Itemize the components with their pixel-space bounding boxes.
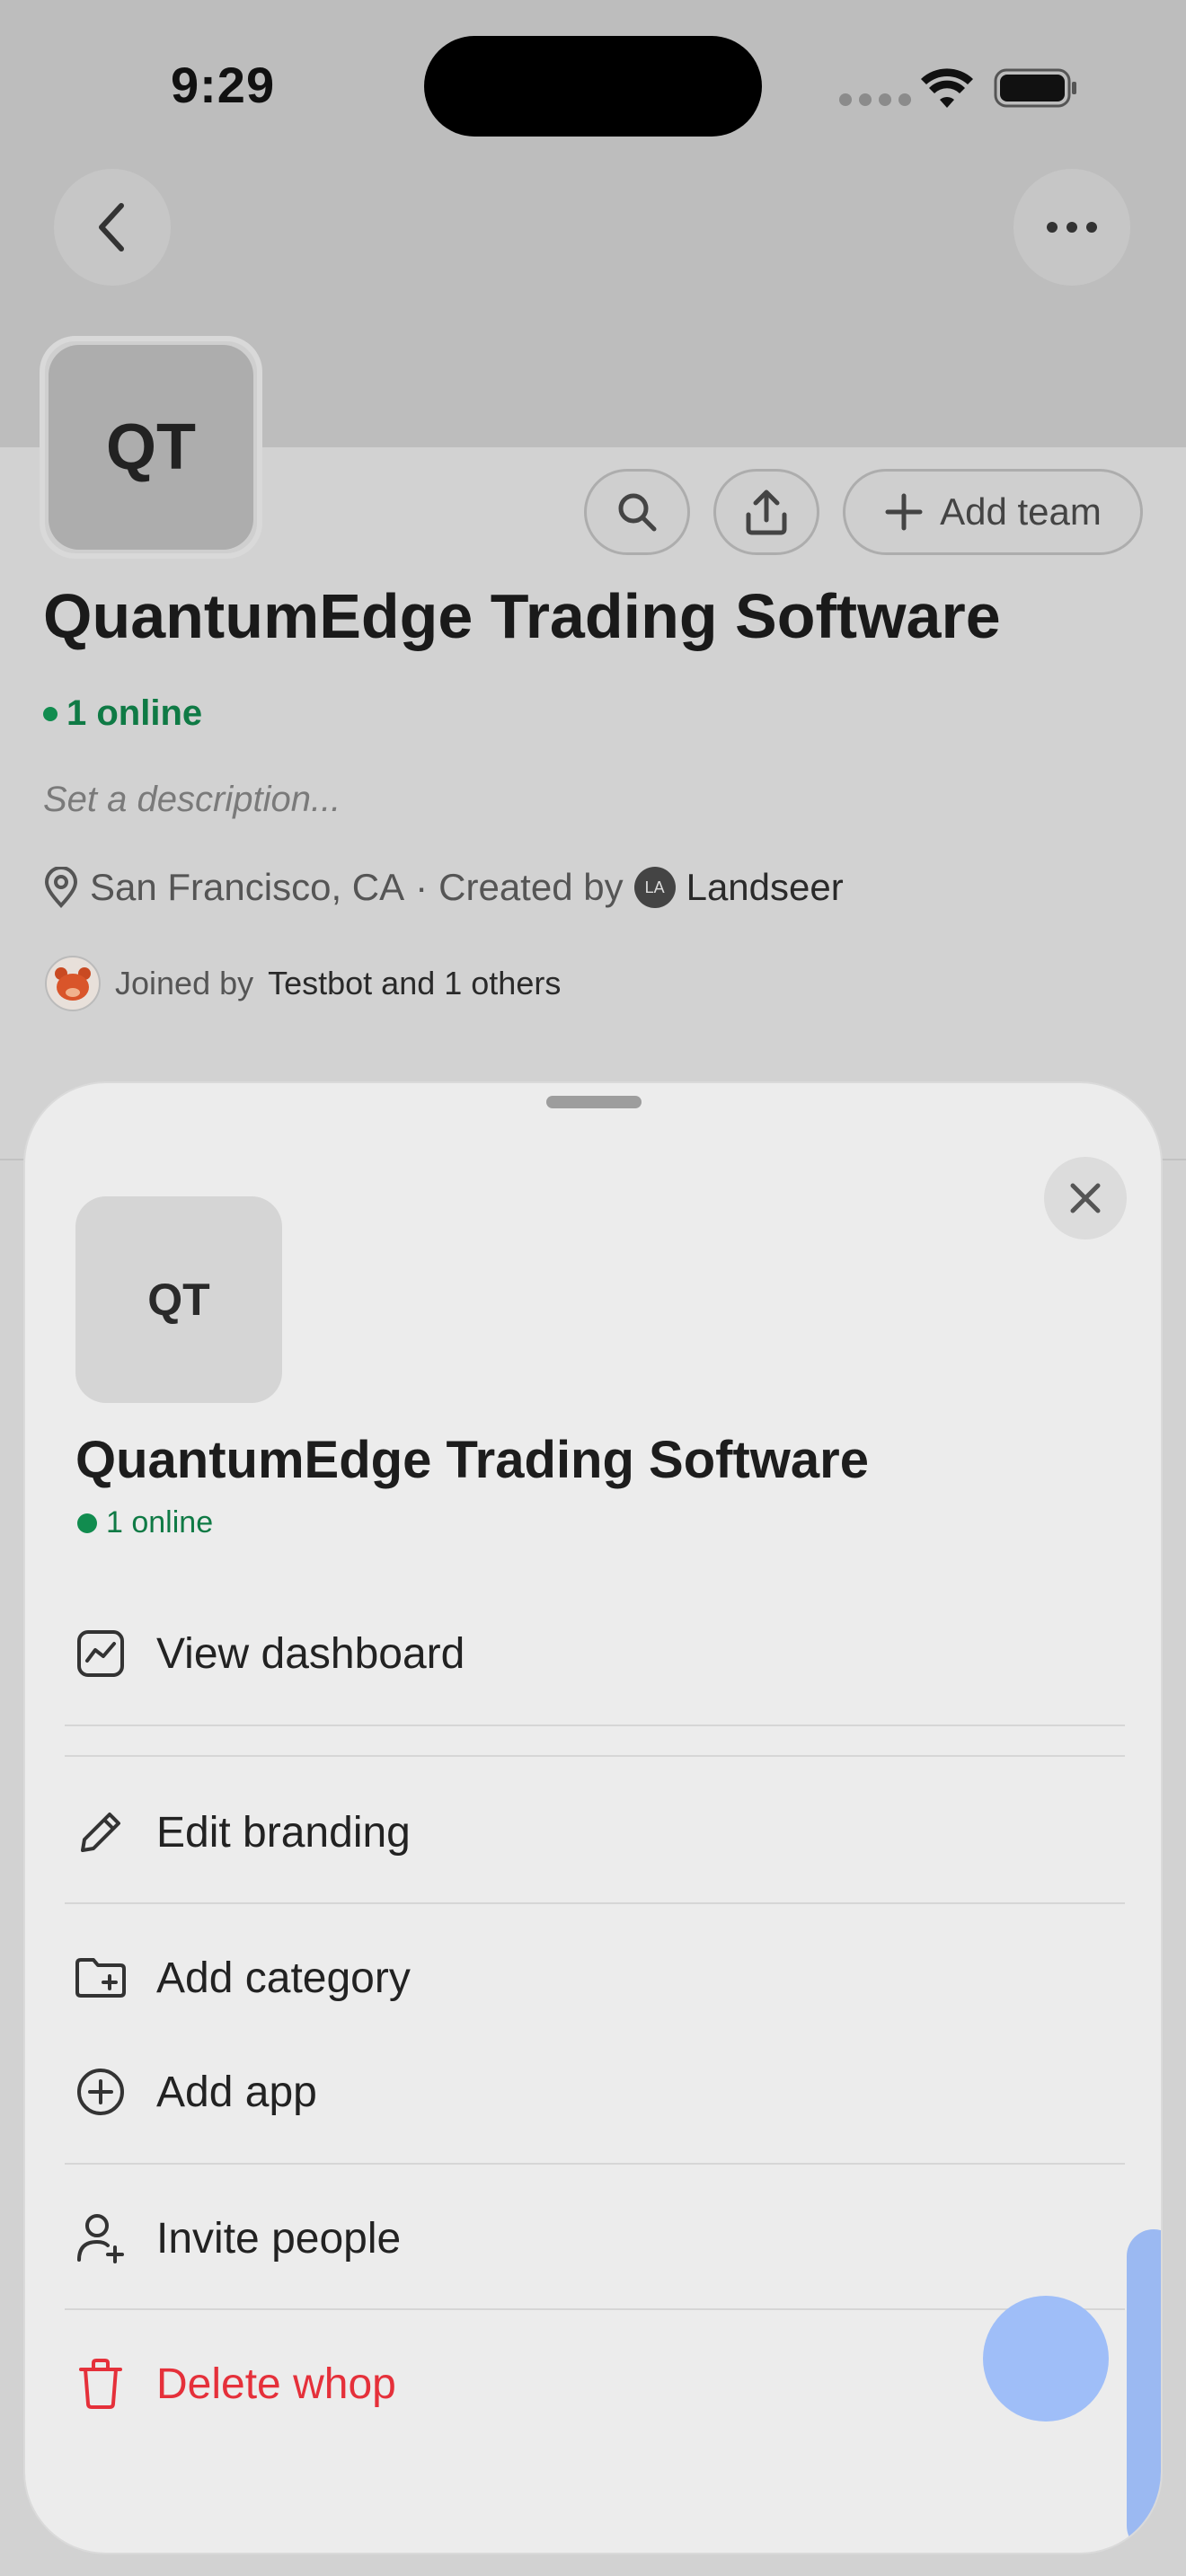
status-bar: 9:29: [0, 0, 1186, 171]
menu-divider: [65, 1755, 1125, 1757]
add-team-label: Add team: [940, 490, 1102, 533]
menu-divider: [65, 2308, 1125, 2310]
more-options-button[interactable]: [1013, 169, 1130, 286]
chart-icon: [65, 1618, 137, 1689]
battery-icon: [994, 68, 1076, 108]
location-pin-icon: [44, 867, 78, 908]
sheet-title: QuantumEdge Trading Software: [75, 1431, 869, 1489]
close-button[interactable]: [1044, 1157, 1127, 1239]
online-status: 1 online: [43, 693, 202, 734]
org-logo-initials: QT: [49, 345, 253, 550]
folder-plus-icon: [65, 1942, 137, 2014]
sheet-online-status: 1 online: [77, 1505, 213, 1540]
menu-label: Invite people: [156, 2214, 402, 2263]
back-button[interactable]: [54, 169, 171, 286]
menu-label: Add app: [156, 2068, 317, 2116]
joined-by-names: Testbot and 1 others: [268, 965, 562, 1001]
chevron-left-icon: [99, 203, 124, 251]
online-dot-icon: [43, 706, 58, 721]
menu-item-view-dashboard[interactable]: View dashboard: [65, 1604, 1134, 1703]
background-fab-edge: [1127, 2229, 1161, 2553]
menu-divider: [65, 2163, 1125, 2165]
add-team-button[interactable]: Add team: [843, 469, 1143, 555]
meta-separator: ·: [415, 866, 429, 908]
online-dot-icon: [77, 1513, 97, 1533]
menu-label-danger: Delete whop: [156, 2360, 396, 2408]
description-placeholder[interactable]: Set a description...: [43, 780, 341, 820]
search-icon: [618, 493, 657, 532]
bear-avatar-icon: [45, 956, 101, 1011]
creator-avatar: LA: [633, 867, 676, 908]
org-actions-sheet: QT QuantumEdge Trading Software 1 online…: [23, 1081, 1163, 2554]
menu-label: Add category: [156, 1954, 411, 2002]
pencil-icon: [65, 1796, 137, 1868]
dynamic-island: [424, 36, 762, 137]
share-button[interactable]: [713, 469, 819, 555]
menu-item-delete-whop[interactable]: Delete whop: [65, 2334, 1134, 2433]
background-fab-button: [983, 2296, 1109, 2422]
sheet-org-logo: QT: [75, 1196, 282, 1403]
close-icon: [1070, 1183, 1101, 1213]
menu-item-invite-people[interactable]: Invite people: [65, 2189, 1134, 2288]
menu-label: View dashboard: [156, 1629, 465, 1678]
joined-by-label: Joined by: [115, 965, 254, 1001]
user-plus-icon: [65, 2202, 137, 2274]
sheet-online-count: 1 online: [106, 1505, 214, 1539]
org-title: QuantumEdge Trading Software: [43, 581, 1001, 651]
plus-icon: [885, 493, 923, 531]
search-button[interactable]: [584, 469, 690, 555]
online-count: 1 online: [66, 693, 203, 733]
menu-divider: [65, 1725, 1125, 1726]
org-meta-row: San Francisco, CA · Created by LA Landse…: [43, 866, 844, 909]
menu-item-edit-branding[interactable]: Edit branding: [65, 1783, 1134, 1882]
plus-circle-icon: [65, 2056, 137, 2128]
ellipsis-icon: [1047, 222, 1097, 233]
wifi-icon: [921, 68, 973, 108]
trash-icon: [65, 2348, 137, 2420]
menu-item-add-category[interactable]: Add category: [65, 1928, 1134, 2027]
location-text: San Francisco, CA: [90, 866, 405, 908]
share-icon: [746, 490, 787, 535]
cellular-signal-icon: [839, 93, 911, 106]
org-logo: QT: [40, 336, 262, 559]
creator-name[interactable]: Landseer: [686, 866, 844, 909]
menu-item-add-app[interactable]: Add app: [65, 2042, 1134, 2141]
status-time: 9:29: [171, 57, 276, 113]
menu-label: Edit branding: [156, 1808, 411, 1857]
menu-divider: [65, 1902, 1125, 1904]
created-by-label: Created by: [438, 866, 624, 908]
sheet-handle[interactable]: [546, 1096, 642, 1108]
joined-by-row[interactable]: Joined by Testbot and 1 others: [45, 956, 561, 1011]
